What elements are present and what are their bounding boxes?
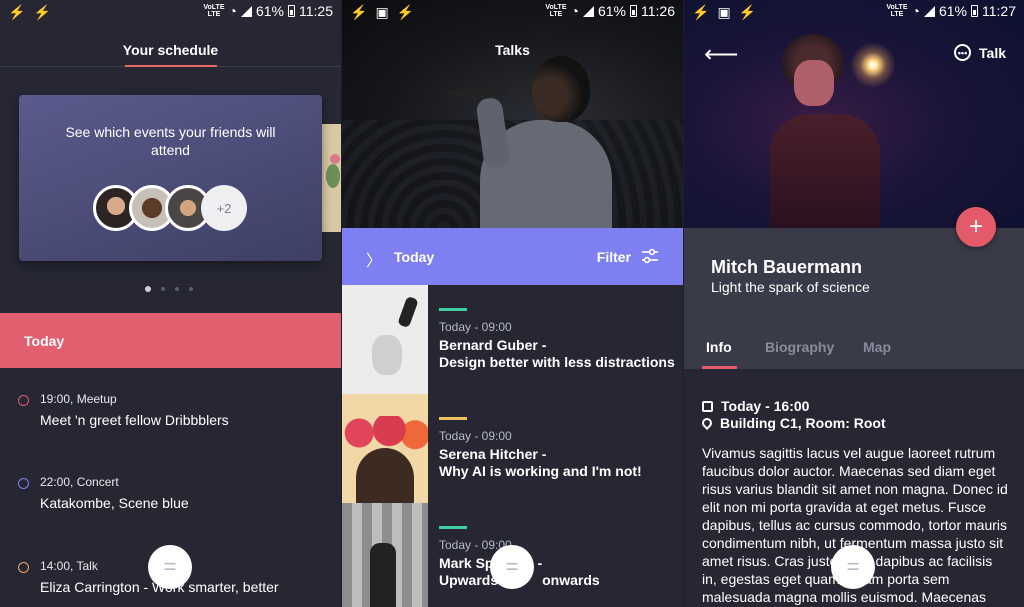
singer-photo [448, 54, 612, 228]
flash-icon: ⚡ [738, 4, 757, 20]
add-to-schedule-button[interactable]: + [956, 207, 996, 247]
tab-info[interactable]: Info [706, 339, 732, 355]
event-dot-icon [18, 478, 29, 489]
day-filter-bar: 〉 Today Filter [342, 228, 683, 285]
event-meta: 14:00, Talk [40, 559, 98, 573]
detail-tabs: Info Biography Map [684, 339, 1024, 369]
status-bar: ⚡ ▣ ⚡ VoLTE LTE ◔ 61% 11:27 [684, 0, 1024, 24]
talk-subtitle: Light the spark of science [711, 279, 870, 295]
event-dot-icon [18, 562, 29, 573]
location-row: Building C1, Room: Root [699, 415, 886, 431]
talk-detail-screen: ⚡ ▣ ⚡ VoLTE LTE ◔ 61% 11:27 ⟵ ••• Talk + Mi… [684, 0, 1024, 607]
talk-thumbnail [342, 503, 428, 607]
signal-icon [582, 5, 594, 17]
signal-icon [923, 5, 935, 17]
flash-icon: ⚡ [692, 4, 710, 20]
talk-title: Why AI is working and I'm not! [439, 463, 642, 479]
hero-image [342, 0, 683, 228]
wifi-icon: ◔ [911, 3, 920, 19]
location-text: Building C1, Room: Root [720, 415, 886, 431]
menu-fab-button[interactable]: = [490, 545, 534, 589]
clock: 11:25 [299, 3, 333, 19]
page-dot[interactable] [145, 286, 151, 292]
battery-icon [971, 5, 978, 17]
location-pin-icon [699, 415, 715, 431]
filter-button[interactable]: Filter [597, 249, 631, 265]
event-dot-icon [18, 395, 29, 406]
friend-avatars: +2 [93, 185, 247, 231]
speaker-name: Mitch Bauermann [711, 257, 863, 277]
wifi-icon: ◔ [570, 3, 579, 19]
flash-icon: ⚡ [396, 4, 415, 20]
event-title: Katakombe, Scene blue [40, 495, 189, 511]
talks-screen: ⚡ ▣ ⚡ VoLTE LTE ◔ 61% 11:26 Talks 〉 Today F… [342, 0, 683, 607]
hero-image [684, 0, 1024, 228]
event-title: Meet 'n greet fellow Dribbblers [40, 412, 229, 428]
friends-card-text: See which events your friends will atten… [65, 124, 276, 158]
tab-indicator [125, 65, 217, 67]
back-arrow-icon[interactable]: ⟵ [704, 40, 738, 69]
talk-time: Today - 09:00 [439, 429, 512, 443]
flash-icon: ⚡ [350, 4, 368, 20]
carousel-dots [145, 286, 193, 292]
battery-percent: 61% [597, 3, 626, 19]
talk-chip-label: Talk [979, 44, 1006, 61]
talk-thumbnail [342, 285, 428, 394]
schedule-screen: ⚡ ⚡ VoLTE LTE ◔ 61% 11:25 Your schedule Se… [0, 0, 341, 607]
image-icon: ▣ [717, 4, 731, 20]
image-icon: ▣ [375, 4, 389, 20]
flash-icon: ⚡ [33, 4, 51, 20]
page-dot[interactable] [189, 287, 193, 291]
talk-accent [439, 308, 467, 311]
sliders-icon[interactable] [641, 248, 659, 269]
tab-biography[interactable]: Biography [765, 339, 834, 355]
talk-chip-button[interactable]: ••• Talk [954, 44, 1006, 61]
clock: 11:27 [982, 3, 1016, 19]
day-selector[interactable]: Today [394, 249, 434, 265]
chevron-right-icon[interactable]: 〉 [366, 247, 382, 271]
menu-fab-button[interactable]: = [148, 545, 192, 589]
clock: 11:26 [641, 3, 675, 19]
section-header-today: Today [0, 313, 341, 368]
talk-thumbnail [342, 394, 428, 503]
volte-icon: VoLTE LTE [545, 4, 567, 18]
volte-icon: VoLTE LTE [886, 4, 908, 18]
status-bar: ⚡ ⚡ VoLTE LTE ◔ 61% 11:25 [0, 0, 341, 24]
volte-icon: VoLTE LTE [203, 4, 225, 18]
status-bar: ⚡ ▣ ⚡ VoLTE LTE ◔ 61% 11:26 [342, 0, 683, 24]
talk-time: Today - 09:00 [439, 320, 512, 334]
talk-list-item[interactable]: Today - 09:00 Bernard Guber - Design bet… [342, 285, 683, 394]
event-meta: 19:00, Meetup [40, 392, 117, 406]
talk-list-item[interactable]: Today - 09:00 Serena Hitcher - Why AI is… [342, 394, 683, 503]
chat-icon: ••• [954, 44, 972, 61]
page-title: Your schedule [122, 42, 219, 58]
battery-icon [288, 5, 295, 17]
next-card-preview[interactable] [322, 124, 341, 232]
datetime-row: Today - 16:00 [702, 398, 809, 414]
battery-icon [630, 5, 637, 17]
friends-card[interactable]: See which events your friends will atten… [19, 95, 322, 261]
event-meta: 22:00, Concert [40, 475, 119, 489]
battery-percent: 61% [255, 3, 284, 19]
flash-icon: ⚡ [8, 4, 26, 20]
page-dot[interactable] [175, 287, 179, 291]
signal-icon [240, 5, 252, 17]
app-showcase: ⚡ ⚡ VoLTE LTE ◔ 61% 11:25 Your schedule Se… [0, 0, 1024, 607]
talk-accent [439, 417, 467, 420]
tab-map[interactable]: Map [863, 339, 891, 355]
talk-speaker: Serena Hitcher - [439, 446, 547, 462]
wifi-icon: ◔ [228, 3, 237, 19]
battery-percent: 61% [938, 3, 967, 19]
talk-accent [439, 526, 467, 529]
page-dot[interactable] [161, 287, 165, 291]
calendar-icon [702, 400, 713, 412]
page-title: Talks [495, 42, 530, 58]
talk-title: Design better with less distractions [439, 354, 675, 370]
microphone [448, 90, 508, 96]
datetime-text: Today - 16:00 [721, 398, 810, 414]
sparkler [850, 42, 896, 88]
more-friends-badge: +2 [201, 185, 247, 231]
talk-speaker: Bernard Guber - [439, 337, 547, 353]
menu-fab-button[interactable]: = [831, 545, 875, 589]
